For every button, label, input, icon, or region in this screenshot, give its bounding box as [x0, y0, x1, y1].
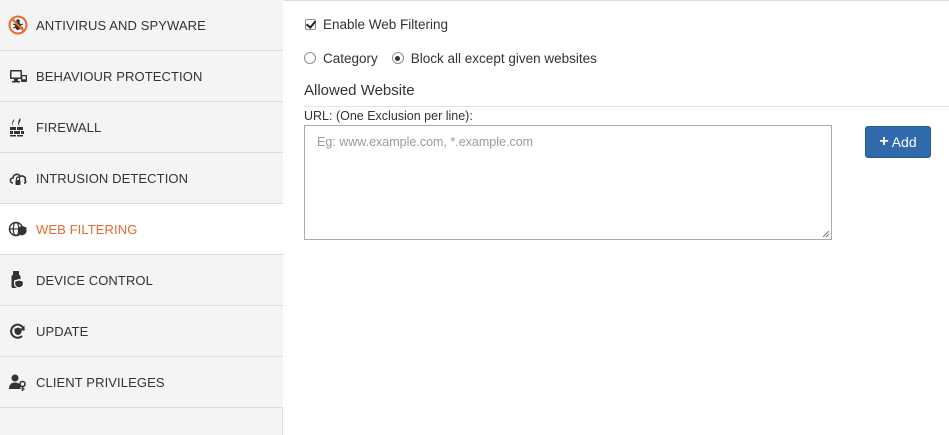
enable-web-filtering-label[interactable]: Enable Web Filtering [323, 17, 448, 32]
sidebar-item-label: INTRUSION DETECTION [36, 170, 189, 186]
category-radio-label[interactable]: Category [323, 51, 378, 66]
url-textarea[interactable]: Eg: www.example.com, *.example.com [304, 125, 832, 240]
plus-icon: + [879, 133, 889, 150]
sidebar-item-label: DEVICE CONTROL [36, 272, 153, 288]
sidebar-item-label: BEHAVIOUR PROTECTION [36, 68, 203, 84]
sidebar-item-antivirus[interactable]: ANTIVIRUS AND SPYWARE [0, 0, 283, 51]
web-filtering-settings: ANTIVIRUS AND SPYWARE BEHAVIOUR PROTECTI… [0, 0, 949, 435]
sidebar-item-intrusion-detection[interactable]: INTRUSION DETECTION [0, 153, 283, 204]
sidebar-item-label: WEB FILTERING [36, 221, 138, 237]
url-field-label: URL: (One Exclusion per line): [304, 109, 473, 123]
sidebar-item-label: FIREWALL [36, 119, 102, 135]
block-all-except-radio[interactable] [391, 52, 404, 64]
sidebar-item-client-privileges[interactable]: CLIENT PRIVILEGES [0, 357, 283, 408]
sidebar-item-label: CLIENT PRIVILEGES [36, 374, 165, 390]
usb-shield-icon [0, 255, 36, 306]
user-key-icon [0, 357, 36, 408]
refresh-shield-icon [0, 306, 36, 357]
add-button-label: Add [891, 134, 917, 150]
sidebar-item-label: UPDATE [36, 323, 89, 339]
globe-shield-icon [0, 204, 36, 255]
sidebar: ANTIVIRUS AND SPYWARE BEHAVIOUR PROTECTI… [0, 0, 284, 435]
sidebar-item-label: ANTIVIRUS AND SPYWARE [36, 17, 206, 33]
filter-mode-row: Category Block all except given websites [304, 50, 597, 66]
enable-web-filtering-checkbox[interactable] [305, 17, 317, 30]
sidebar-item-firewall[interactable]: FIREWALL [0, 102, 283, 153]
cloud-lock-icon [0, 153, 36, 204]
sidebar-item-device-control[interactable]: DEVICE CONTROL [0, 255, 283, 306]
sidebar-item-web-filtering[interactable]: WEB FILTERING [0, 204, 284, 255]
add-button[interactable]: + Add [865, 126, 931, 158]
sidebar-item-behaviour-protection[interactable]: BEHAVIOUR PROTECTION [0, 51, 283, 102]
section-title: Allowed Website [304, 82, 415, 99]
category-radio[interactable] [304, 52, 316, 64]
monitor-network-icon [0, 51, 36, 102]
section-divider [304, 106, 949, 107]
content-top-border [284, 0, 949, 1]
bug-block-icon [0, 0, 36, 51]
block-all-except-radio-label[interactable]: Block all except given websites [411, 51, 597, 66]
enable-web-filtering-row: Enable Web Filtering [305, 16, 448, 32]
firewall-icon [0, 102, 36, 153]
url-textarea-placeholder: Eg: www.example.com, *.example.com [317, 135, 534, 149]
resize-grip-icon[interactable] [822, 230, 830, 238]
sidebar-item-update[interactable]: UPDATE [0, 306, 283, 357]
